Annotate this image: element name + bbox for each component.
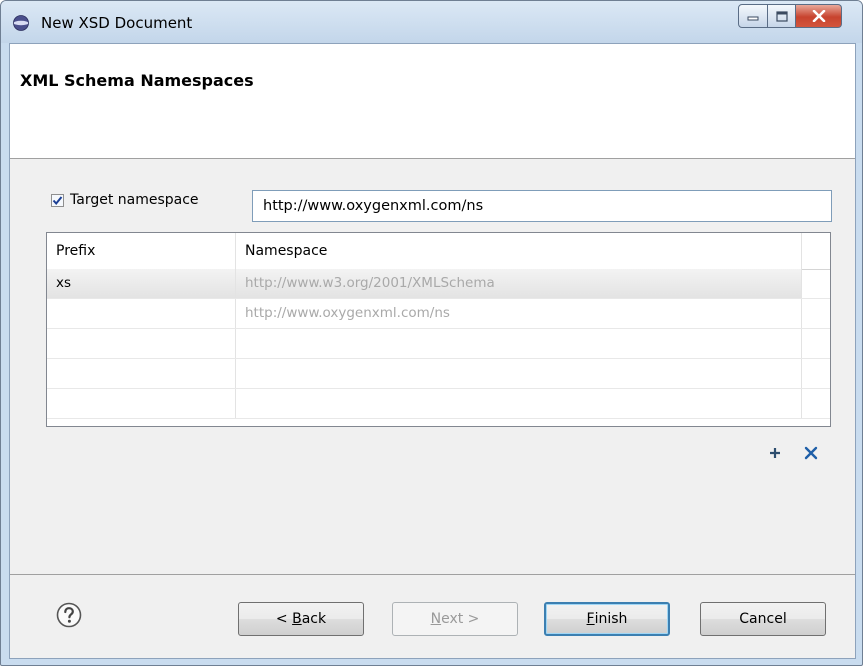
back-label-pre: < — [275, 611, 293, 627]
page-title: XML Schema Namespaces — [20, 71, 254, 90]
back-mnemonic: B — [292, 611, 302, 627]
table-row[interactable] — [47, 359, 830, 389]
cancel-button[interactable]: Cancel — [700, 602, 826, 636]
next-button[interactable]: Next > — [392, 602, 518, 636]
minimize-button[interactable] — [738, 4, 768, 28]
namespaces-table[interactable]: Prefix Namespace xs http://www.w3.org/20… — [46, 232, 831, 427]
next-label-post: ext > — [441, 611, 480, 627]
finish-button[interactable]: Finish — [544, 602, 670, 636]
window-title: New XSD Document — [41, 14, 193, 32]
finish-mnemonic: F — [586, 611, 595, 627]
column-header-filler — [802, 233, 830, 269]
row-filler — [802, 359, 830, 388]
target-namespace-input[interactable] — [252, 190, 832, 222]
table-row[interactable] — [47, 329, 830, 359]
oxygen-app-icon — [13, 15, 29, 31]
namespace-cell[interactable] — [236, 389, 802, 418]
column-header-prefix[interactable]: Prefix — [47, 233, 236, 269]
wizard-header: XML Schema Namespaces — [10, 44, 855, 159]
target-namespace-toggle[interactable]: Target namespace — [51, 192, 199, 208]
next-mnemonic: N — [430, 611, 442, 627]
back-label-post: ack — [301, 611, 327, 627]
finish-label-post: inish — [594, 611, 628, 627]
prefix-cell[interactable] — [47, 329, 236, 358]
table-row[interactable] — [47, 389, 830, 419]
title-bar[interactable]: New XSD Document — [1, 1, 862, 43]
namespace-cell[interactable] — [236, 329, 802, 358]
add-namespace-button[interactable] — [764, 442, 786, 464]
prefix-cell[interactable]: xs — [47, 269, 236, 298]
row-filler — [802, 389, 830, 418]
dialog-content: XML Schema Namespaces Target namespace P… — [9, 43, 856, 659]
table-row[interactable]: http://www.oxygenxml.com/ns — [47, 299, 830, 329]
question-circle-icon[interactable] — [56, 602, 82, 628]
close-icon — [812, 10, 825, 22]
table-header: Prefix Namespace — [47, 233, 830, 270]
prefix-cell[interactable] — [47, 359, 236, 388]
footer-separator — [10, 574, 855, 575]
window-controls — [738, 4, 842, 28]
row-filler — [802, 299, 830, 328]
row-filler — [802, 329, 830, 358]
target-namespace-label: Target namespace — [70, 192, 199, 208]
close-button[interactable] — [796, 4, 842, 28]
checkmark-icon — [52, 195, 63, 205]
minimize-icon — [747, 16, 759, 21]
back-button[interactable]: < Back — [238, 602, 364, 636]
namespace-cell[interactable]: http://www.w3.org/2001/XMLSchema — [236, 269, 802, 298]
plus-icon — [770, 448, 780, 458]
x-delete-icon — [804, 446, 818, 460]
table-row[interactable]: xs http://www.w3.org/2001/XMLSchema — [47, 269, 830, 299]
column-header-namespace[interactable]: Namespace — [236, 233, 802, 269]
row-filler — [802, 269, 830, 298]
namespace-cell[interactable] — [236, 359, 802, 388]
new-xsd-document-dialog: New XSD Document XML Schema Namespaces T… — [0, 0, 863, 666]
maximize-icon — [775, 10, 788, 22]
prefix-cell[interactable] — [47, 299, 236, 328]
remove-namespace-button[interactable] — [800, 442, 822, 464]
maximize-button[interactable] — [768, 4, 796, 28]
prefix-cell[interactable] — [47, 389, 236, 418]
target-namespace-checkbox[interactable] — [51, 193, 64, 207]
namespace-cell[interactable]: http://www.oxygenxml.com/ns — [236, 299, 802, 328]
